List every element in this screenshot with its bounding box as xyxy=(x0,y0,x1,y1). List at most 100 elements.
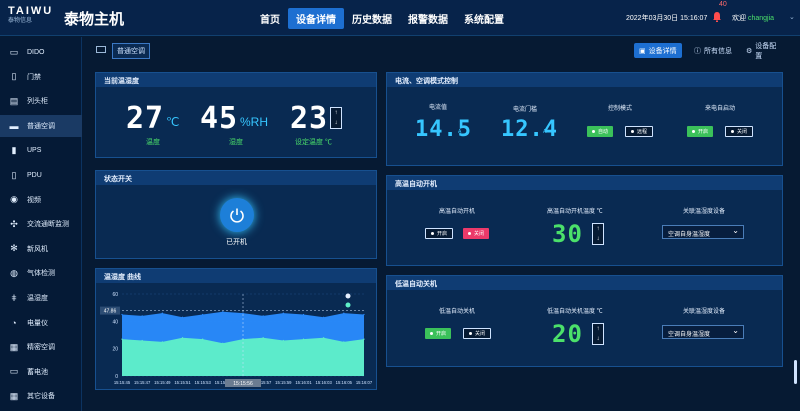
logo-subtext: 泰物信息 xyxy=(8,18,33,24)
data-point xyxy=(302,313,305,316)
power-icon xyxy=(230,208,244,223)
data-point xyxy=(141,315,143,317)
nav-home[interactable]: 首页 xyxy=(252,8,288,29)
thermometer-icon: ǂ xyxy=(11,293,17,303)
humidity-value: 45 xyxy=(200,101,239,136)
other-device-icon: ▦ xyxy=(9,390,19,401)
button-label: 关闭 xyxy=(737,129,748,135)
current-value: 14.5 xyxy=(415,117,472,142)
high-device-select[interactable]: 空调自身温湿度 xyxy=(662,225,744,239)
data-point xyxy=(262,315,264,317)
sidebar-item-aircon[interactable]: ▬ 普通空调 xyxy=(0,114,82,137)
tab-all-info[interactable]: ⓘ 所有信息 xyxy=(689,43,737,58)
sidebar-item-meter[interactable]: ◔ 电量仪 xyxy=(0,312,82,334)
sidebar-item-pdu[interactable]: ▯ PDU xyxy=(0,164,82,186)
increase-icon[interactable]: ↑ xyxy=(593,324,603,334)
logo-text: TAIWU xyxy=(8,5,54,17)
temp-humidity-chart[interactable]: 020406015:15:45 15:15:47 15:15:49 15:15:51 1… xyxy=(96,284,376,390)
chevron-down-icon[interactable]: ⌄ xyxy=(789,13,795,21)
sidebar-item-dido[interactable]: ▭ DIDO xyxy=(0,41,82,63)
increase-icon[interactable]: ↑ xyxy=(331,108,341,118)
video-icon: ◉ xyxy=(10,194,18,205)
tab-device-detail[interactable]: ▣ 设备详情 xyxy=(634,43,682,58)
panel-title: 当前温湿度 xyxy=(96,73,376,87)
sidebar-item-battery[interactable]: ▭ 蓄电池 xyxy=(0,361,82,383)
data-point xyxy=(121,338,123,340)
pdu-icon: ▯ xyxy=(11,169,17,180)
sidebar-item-door[interactable]: ▯ 门禁 xyxy=(0,66,82,88)
x-tick-label: 15:16:03 xyxy=(316,380,333,385)
data-point xyxy=(141,339,143,342)
high-temp-label: 高温自动开机温度 ℃ xyxy=(547,209,603,215)
restart-on-button[interactable]: 开启 xyxy=(687,126,714,137)
sidebar-item-video[interactable]: ◉ 视频 xyxy=(0,189,82,211)
sidebar-item-label: 视频 xyxy=(27,196,41,204)
sidebar-item-label: 普通空调 xyxy=(27,122,55,130)
sidebar: ▭ DIDO ▯ 门禁 ▤ 列头柜 ▬ 普通空调 ▮ UPS ▯ PDU ◉ 视频 ✣ 交流通断监测 ✻ 新风机 ◍… xyxy=(0,37,82,411)
cabinet-icon: ▤ xyxy=(9,95,19,106)
username[interactable]: changjia xyxy=(748,15,774,22)
data-point xyxy=(161,312,163,314)
tab-device-config[interactable]: ⚙ 设备配置 xyxy=(741,43,784,60)
button-label: 远程 xyxy=(637,129,648,135)
sidebar-item-gas[interactable]: ◍ 气体检测 xyxy=(0,262,82,284)
current-label: 电流值 xyxy=(429,105,448,111)
sidebar-item-label: 新风机 xyxy=(27,245,48,253)
sidebar-item-fan[interactable]: ✻ 新风机 xyxy=(0,238,82,260)
nav-alarm[interactable]: 报警数据 xyxy=(400,8,456,29)
high-temp-panel: 高温自动开机 高温自动开机 开启 关闭 高温自动开机温度 ℃ 30 ↑ ↓ 关联温… xyxy=(386,175,783,266)
data-point xyxy=(302,338,305,340)
tab-label: 设备详情 xyxy=(648,47,677,55)
sidebar-item-precision-aircon[interactable]: ▦ 精密空调 xyxy=(0,336,82,358)
decrease-icon[interactable]: ↓ xyxy=(331,118,341,128)
power-button[interactable] xyxy=(220,198,254,232)
sidebar-item-other-device[interactable]: ▦ 其它设备 xyxy=(0,385,82,407)
x-tick-label: 15:16:07 xyxy=(356,380,373,385)
high-on-button[interactable]: 开启 xyxy=(425,228,454,239)
high-temp-stepper[interactable]: ↑ ↓ xyxy=(592,223,604,245)
sidebar-item-cabinet[interactable]: ▤ 列头柜 xyxy=(0,90,82,112)
threshold-value: 12.4 xyxy=(501,117,558,142)
sidebar-item-thermometer[interactable]: ǂ 温湿度 xyxy=(0,287,82,309)
x-tick-label: 15:16:01 xyxy=(295,380,312,385)
nav-history[interactable]: 历史数据 xyxy=(344,8,400,29)
sidebar-item-label: 气体检测 xyxy=(27,270,55,278)
data-point xyxy=(121,313,123,316)
meter-icon: ◔ xyxy=(11,317,17,328)
x-tick-label: 15:15:49 xyxy=(154,380,171,385)
sidebar-item-ups[interactable]: ▮ UPS xyxy=(0,139,82,161)
decrease-icon[interactable]: ↓ xyxy=(593,334,603,344)
chart-panel: 温湿度 曲线 0 20 40 60 15:15:45 15:15:47 15:15:49 15… xyxy=(95,268,377,390)
set-temp-stepper[interactable]: ↑ ↓ xyxy=(330,107,342,129)
sidebar-item-label: 温湿度 xyxy=(27,295,48,302)
high-off-button[interactable]: 关闭 xyxy=(463,228,490,239)
low-temp-stepper[interactable]: ↑ ↓ xyxy=(592,323,604,345)
breadcrumb[interactable]: 普通空调 xyxy=(112,43,150,59)
button-label: 自动 xyxy=(598,129,609,135)
increase-icon[interactable]: ↑ xyxy=(593,224,603,234)
crosshair-x-label: 15:15:56 xyxy=(233,381,253,387)
auto-mode-button[interactable]: 自动 xyxy=(587,126,614,137)
data-point xyxy=(222,311,224,313)
low-off-button[interactable]: 关闭 xyxy=(463,328,492,339)
sidebar-item-label: 列头柜 xyxy=(27,98,48,106)
datetime: 2022年03月30日 15:16:07 xyxy=(626,15,708,22)
decrease-icon[interactable]: ↓ xyxy=(593,234,603,244)
x-tick-label: 15:15:45 xyxy=(114,380,131,385)
data-point xyxy=(323,316,325,318)
sidebar-item-label: UPS xyxy=(27,146,42,154)
remote-mode-button[interactable]: 远程 xyxy=(625,126,654,137)
low-temp-value: 20 xyxy=(552,320,583,348)
scrollbar-thumb[interactable] xyxy=(794,360,797,384)
x-tick-label: 15:15:59 xyxy=(275,380,292,385)
high-device-label: 关联温湿度设备 xyxy=(683,209,726,215)
low-device-select[interactable]: 空调自身温湿度 xyxy=(662,325,744,339)
restart-off-button[interactable]: 关闭 xyxy=(725,126,754,137)
low-on-button[interactable]: 开启 xyxy=(425,328,452,339)
sidebar-item-ac-monitor[interactable]: ✣ 交流通断监测 xyxy=(0,213,82,235)
low-device-label: 关联温湿度设备 xyxy=(683,309,726,315)
scrollbar-track[interactable] xyxy=(793,42,798,408)
bell-icon[interactable] xyxy=(711,11,723,23)
nav-device-detail[interactable]: 设备详情 xyxy=(288,8,344,29)
nav-system-config[interactable]: 系统配置 xyxy=(456,8,512,29)
